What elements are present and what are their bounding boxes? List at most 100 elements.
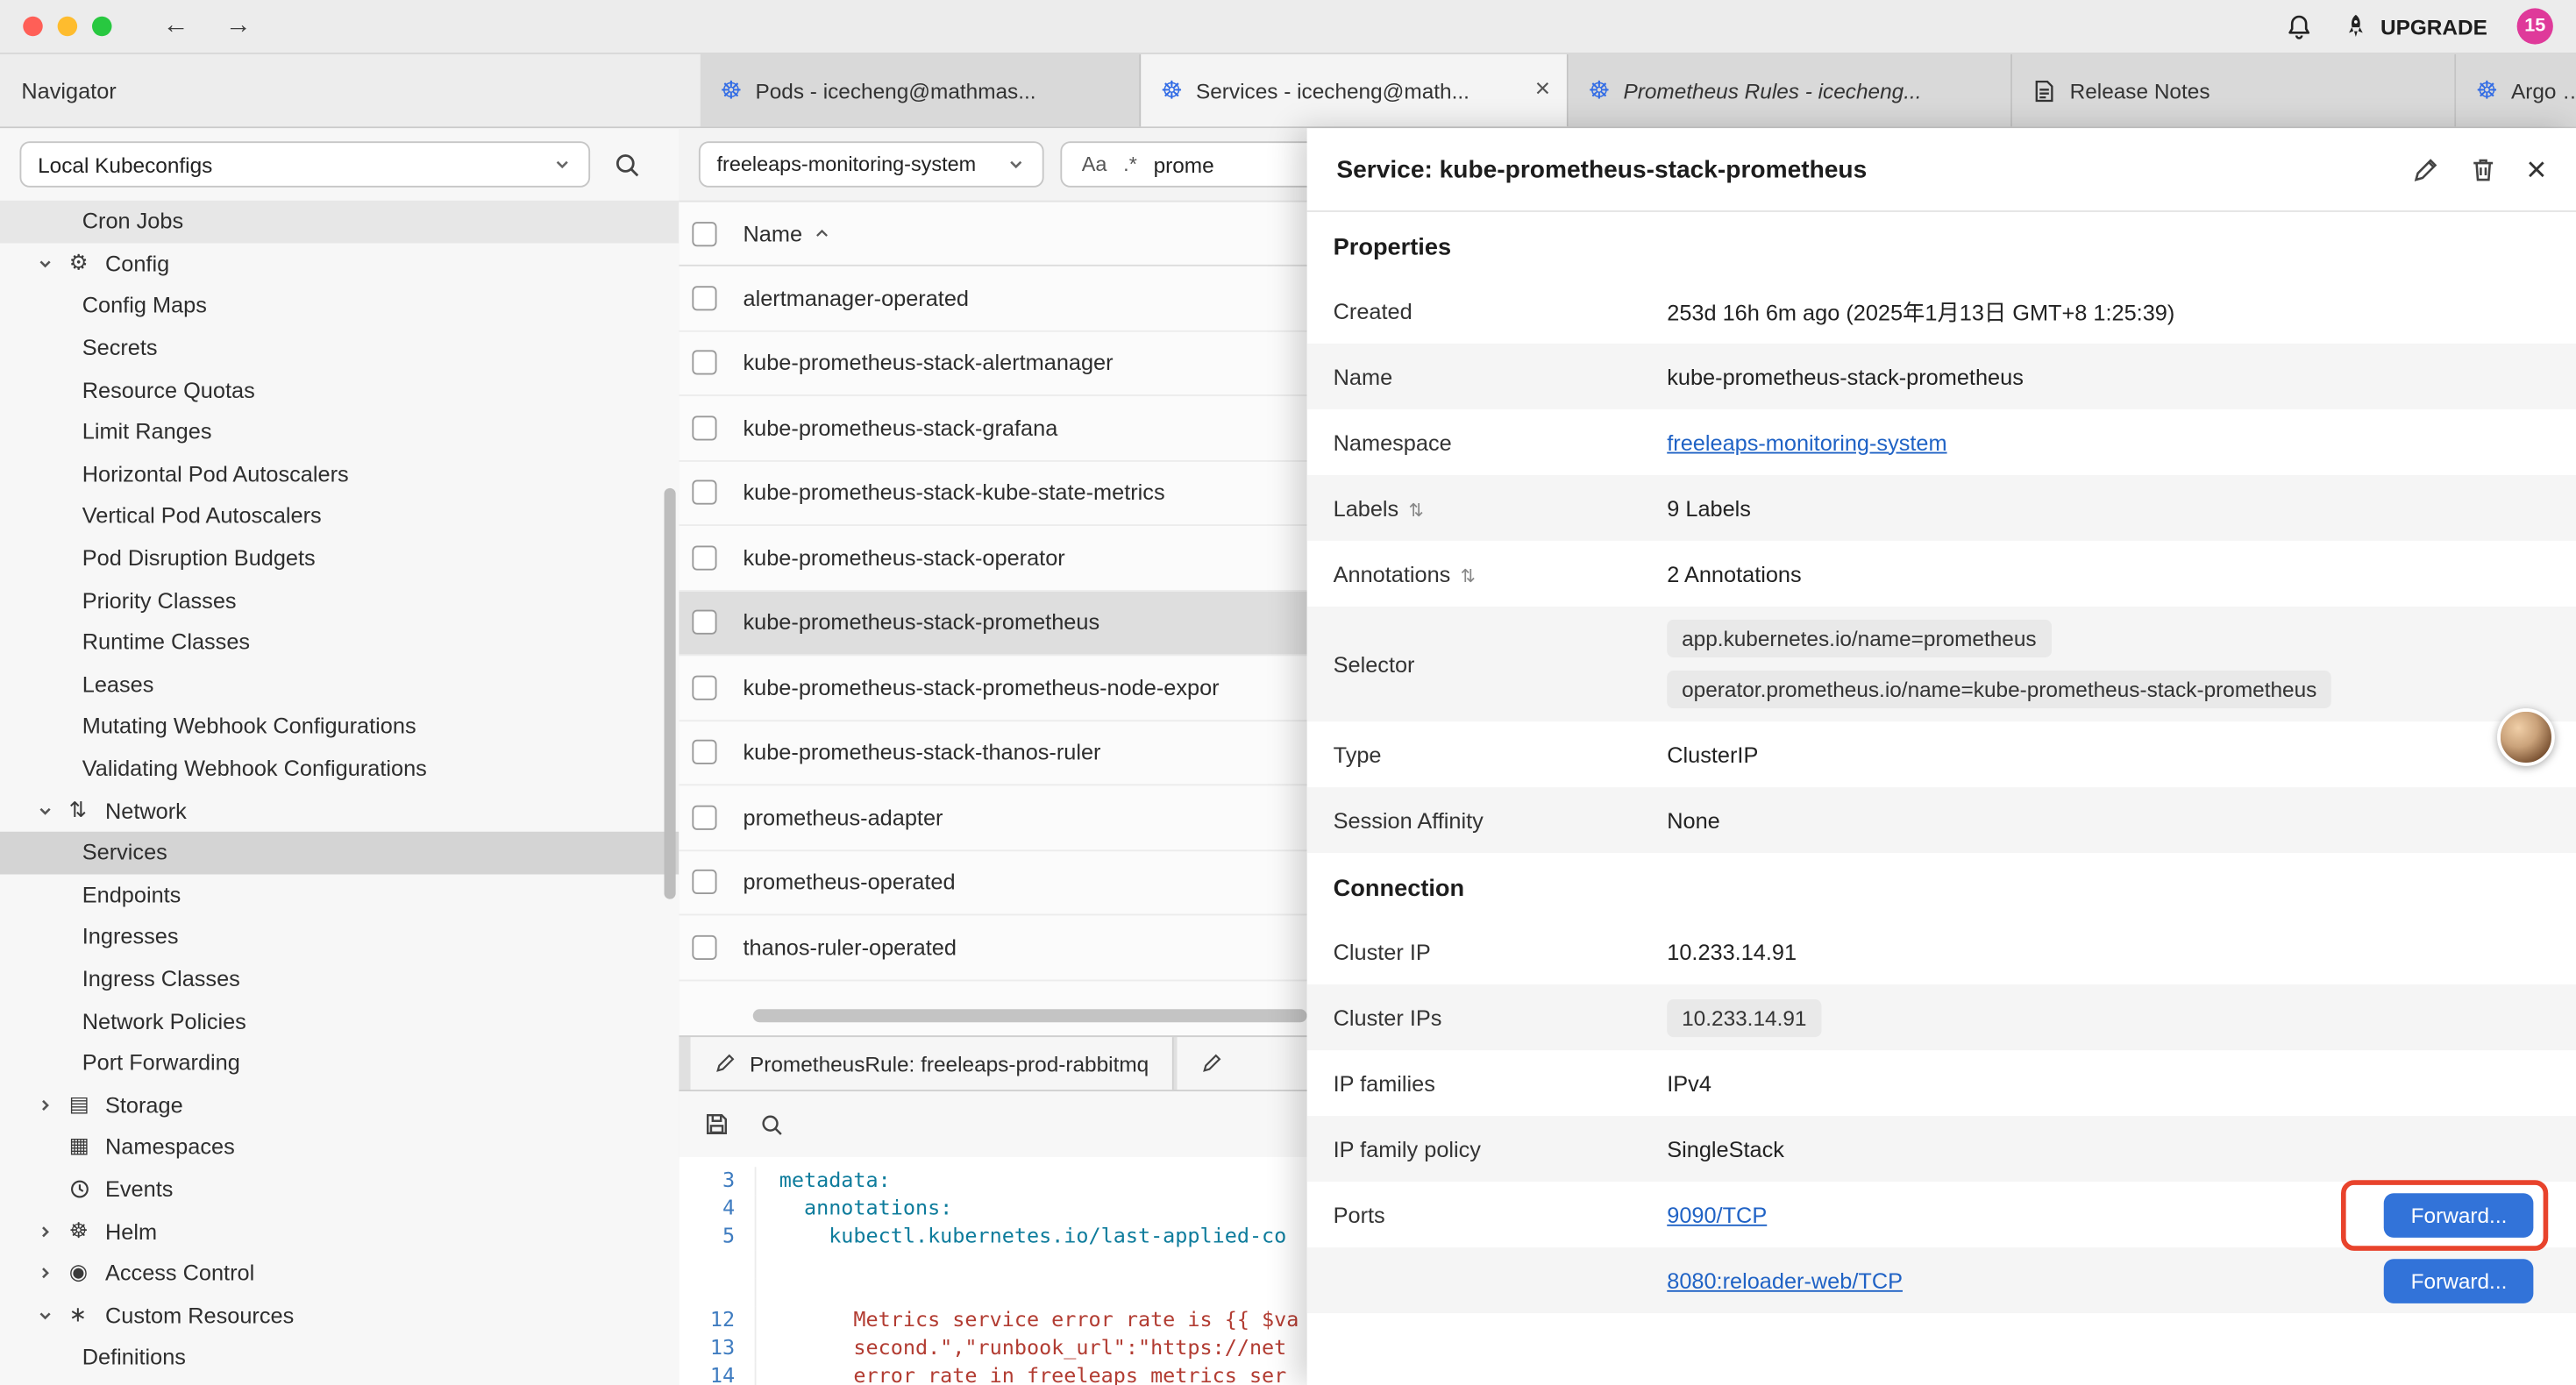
chevron-right-icon[interactable] [36,1264,69,1282]
sidebar-item-config-maps[interactable]: Config Maps [0,285,679,327]
chevron-right-icon[interactable] [36,1222,69,1240]
custom-icon: ∗ [69,1303,105,1327]
sidebar-item-resource-quotas[interactable]: Resource Quotas [0,369,679,411]
sidebar-item-vertical-pod-autoscalers[interactable]: Vertical Pod Autoscalers [0,495,679,537]
kubernetes-icon: ☸ [2476,78,2498,103]
table-horizontal-scrollbar[interactable] [753,1009,1307,1026]
row-checkbox[interactable] [692,870,716,894]
sidebar-item-namespaces[interactable]: ▦Namespaces [0,1126,679,1168]
namespace-filter[interactable]: freeleaps-monitoring-system [699,141,1044,188]
tab-services-icecheng-math[interactable]: ☸Services - icecheng@math...× [1141,54,1569,127]
row-checkbox[interactable] [692,675,716,700]
port-link[interactable]: 9090/TCP [1667,1203,1767,1227]
sidebar-item-events[interactable]: Events [0,1168,679,1210]
sidebar-item-services[interactable]: Services [0,832,679,874]
avatar[interactable] [2497,708,2555,766]
close-window-button[interactable] [23,17,43,37]
row-checkbox[interactable] [692,934,716,959]
sidebar-item-label: Resource Quotas [82,378,255,402]
row-checkbox[interactable] [692,545,716,570]
code-text: second.","runbook_url":"https://net [779,1335,1287,1363]
row-checkbox[interactable] [692,416,716,440]
chevron-right-icon[interactable] [36,1096,69,1114]
pencil-icon [714,1052,737,1075]
detail-row-ports: Ports9090/TCPForward... [1307,1182,2576,1247]
forward-button[interactable]: Forward... [2385,1258,2534,1303]
sidebar-item-horizontal-pod-autoscalers[interactable]: Horizontal Pod Autoscalers [0,453,679,495]
zoom-window-button[interactable] [92,17,112,37]
sidebar-scrollbar[interactable] [665,488,676,899]
sort-toggle-icon[interactable]: ⇅ [1408,499,1423,520]
row-checkbox[interactable] [692,610,716,635]
sidebar-item-network-policies[interactable]: Network Policies [0,1000,679,1042]
forward-button[interactable]: Forward... [2385,1192,2534,1237]
chevron-down-icon[interactable] [36,801,69,820]
notification-count-badge[interactable]: 15 [2517,8,2553,44]
field-label: Created [1307,298,1668,323]
regex-toggle[interactable]: .* [1123,153,1137,175]
editor-search-icon[interactable] [759,1112,784,1136]
sidebar-item-pod-disruption-budgets[interactable]: Pod Disruption Budgets [0,537,679,579]
sidebar-item-endpoints[interactable]: Endpoints [0,874,679,916]
sidebar-item-mutating-webhook-configurations[interactable]: Mutating Webhook Configurations [0,706,679,748]
detail-row-created: Created253d 16h 6m ago (2025年1月13日 GMT+8… [1307,278,2576,344]
match-case-toggle[interactable]: Aa [1082,153,1107,175]
tab-pods-icecheng-mathmas[interactable]: ☸Pods - icecheng@mathmas... [701,54,1142,127]
resource-name: thanos-ruler-operated [744,934,957,959]
row-checkbox[interactable] [692,286,716,310]
tab-argo-s[interactable]: ☸Argo S... [2456,54,2576,127]
sidebar-item-runtime-classes[interactable]: Runtime Classes [0,621,679,664]
sidebar-item-validating-webhook-configurations[interactable]: Validating Webhook Configurations [0,748,679,790]
editor-tab-prometheusrule[interactable]: PrometheusRule: freeleaps-prod-rabbitmq [691,1037,1174,1090]
name-column-header[interactable]: Name [744,221,832,245]
tab-prometheus-rules-icecheng[interactable]: ☸Prometheus Rules - icecheng... [1569,54,2012,127]
sidebar-item-label: Port Forwarding [82,1050,240,1075]
namespace-link[interactable]: freeleaps-monitoring-system [1667,430,1946,454]
chevron-down-icon[interactable] [36,254,69,273]
sidebar-item-helm[interactable]: ☸Helm [0,1210,679,1252]
sidebar-item-limit-ranges[interactable]: Limit Ranges [0,411,679,453]
edit-icon[interactable] [2411,155,2439,183]
close-icon[interactable]: × [2526,152,2546,186]
row-checkbox[interactable] [692,740,716,764]
sort-toggle-icon[interactable]: ⇅ [1461,565,1476,586]
chip-group: 10.233.14.91 [1667,985,1821,1049]
sidebar-item-network[interactable]: ⇅Network [0,790,679,832]
forward-button[interactable]: → [225,11,252,41]
upgrade-button[interactable]: UPGRADE [2343,13,2487,39]
sidebar-item-definitions[interactable]: Definitions [0,1336,679,1378]
sidebar-item-leases[interactable]: Leases [0,664,679,706]
sidebar-item-access-control[interactable]: ◉Access Control [0,1252,679,1294]
kubeconfig-selector[interactable]: Local Kubeconfigs [20,141,591,188]
resource-name: alertmanager-operated [744,286,970,310]
row-checkbox[interactable] [692,805,716,829]
rocket-icon [2343,13,2369,39]
delete-icon[interactable] [2469,155,2497,183]
select-all-checkbox[interactable] [692,221,716,245]
back-button[interactable]: ← [163,11,189,41]
sidebar-item-cron-jobs[interactable]: Cron Jobs [0,201,679,243]
row-checkbox[interactable] [692,351,716,375]
chevron-down-icon [552,154,573,174]
sidebar-item-priority-classes[interactable]: Priority Classes [0,579,679,621]
field-value: 253d 16h 6m ago (2025年1月13日 GMT+8 1:25:3… [1667,295,2174,328]
close-tab-icon[interactable]: × [1535,77,1551,103]
sidebar-item-storage[interactable]: ▤Storage [0,1084,679,1126]
tab-release-notes[interactable]: Release Notes [2012,54,2456,127]
sidebar-item-ingress-classes[interactable]: Ingress Classes [0,958,679,1000]
row-checkbox[interactable] [692,480,716,505]
save-icon[interactable] [704,1112,730,1138]
sidebar-item-port-forwarding[interactable]: Port Forwarding [0,1042,679,1084]
sidebar-item-ingresses[interactable]: Ingresses [0,916,679,958]
chevron-down-icon [1007,154,1027,174]
sidebar-item-secrets[interactable]: Secrets [0,327,679,369]
editor-tab-next[interactable] [1177,1037,1323,1090]
minimize-window-button[interactable] [58,17,78,37]
notifications-bell-icon[interactable] [2285,12,2313,40]
sidebar-item-custom-resources[interactable]: ∗Custom Resources [0,1294,679,1336]
port-link[interactable]: 8080:reloader-web/TCP [1667,1268,1903,1293]
detail-row-cluster-ip: Cluster IP10.233.14.91 [1307,919,2576,984]
sidebar-search-icon[interactable] [613,151,641,179]
sidebar-item-config[interactable]: ⚙Config [0,243,679,285]
chevron-down-icon[interactable] [36,1306,69,1325]
